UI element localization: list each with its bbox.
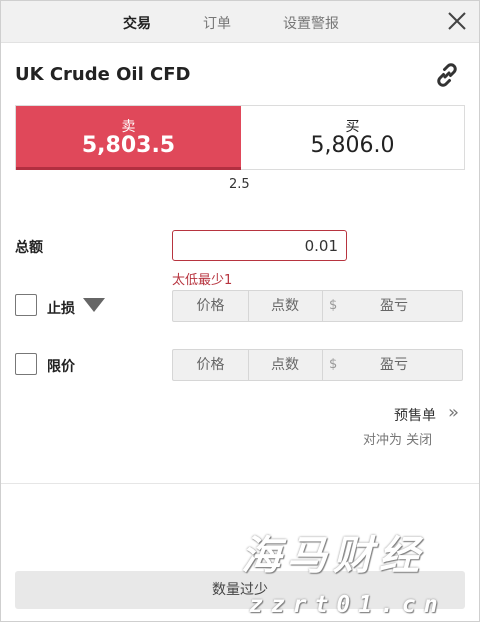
watermark-url: zzrt01.cn xyxy=(249,592,446,618)
limit-points-field[interactable]: 点数 xyxy=(248,350,323,380)
sell-price: 5,803.5 xyxy=(81,133,176,158)
sell-button[interactable]: 卖 5,803.5 xyxy=(16,106,241,170)
stop-price-field[interactable]: 价格 xyxy=(173,291,249,321)
tab-set-alerts[interactable]: 设置警报 xyxy=(283,13,339,33)
tab-orders[interactable]: 订单 xyxy=(203,13,231,33)
instrument-title: UK Crude Oil CFD xyxy=(15,64,191,85)
buy-button[interactable]: 买 5,806.0 xyxy=(241,106,464,169)
trade-dialog: 交易 订单 设置警报 UK Crude Oil CFD 卖 5,803.5 买 … xyxy=(0,0,480,622)
stop-type-dropdown-icon[interactable] xyxy=(83,298,105,312)
divider xyxy=(1,483,479,484)
tab-trade[interactable]: 交易 xyxy=(123,13,151,33)
price-selector: 卖 5,803.5 买 5,806.0 xyxy=(15,105,465,170)
stop-pl-placeholder: 盈亏 xyxy=(380,298,408,314)
close-icon[interactable] xyxy=(446,10,468,32)
amount-label: 总额 xyxy=(15,240,43,256)
buy-price: 5,806.0 xyxy=(310,133,395,158)
limit-price-field[interactable]: 价格 xyxy=(173,350,249,380)
spread-value: 2.5 xyxy=(229,177,250,192)
limit-pl-placeholder: 盈亏 xyxy=(380,357,408,373)
hedge-status: 对冲为 关闭 xyxy=(363,433,433,448)
limit-currency-symbol: $ xyxy=(329,357,338,372)
stop-loss-checkbox[interactable] xyxy=(15,294,37,316)
tab-bar: 交易 订单 设置警报 xyxy=(1,1,479,43)
stop-currency-symbol: $ xyxy=(329,298,338,313)
link-icon[interactable] xyxy=(433,61,461,89)
limit-fields: 价格 点数 $ 盈亏 xyxy=(172,349,463,381)
stop-pl-field[interactable]: $ 盈亏 xyxy=(322,291,462,321)
stop-loss-label: 止损 xyxy=(47,301,75,317)
amount-input[interactable] xyxy=(172,230,347,261)
watermark-text: 海马财经 xyxy=(241,533,425,579)
limit-checkbox[interactable] xyxy=(15,353,37,375)
limit-pl-field[interactable]: $ 盈亏 xyxy=(322,350,462,380)
double-chevron-right-icon[interactable]: » xyxy=(448,402,459,423)
stop-loss-fields: 价格 点数 $ 盈亏 xyxy=(172,290,463,322)
stop-points-field[interactable]: 点数 xyxy=(248,291,323,321)
preorder-link[interactable]: 预售单 xyxy=(394,405,436,425)
limit-label: 限价 xyxy=(47,359,75,375)
amount-error: 太低最少1 xyxy=(172,273,233,288)
